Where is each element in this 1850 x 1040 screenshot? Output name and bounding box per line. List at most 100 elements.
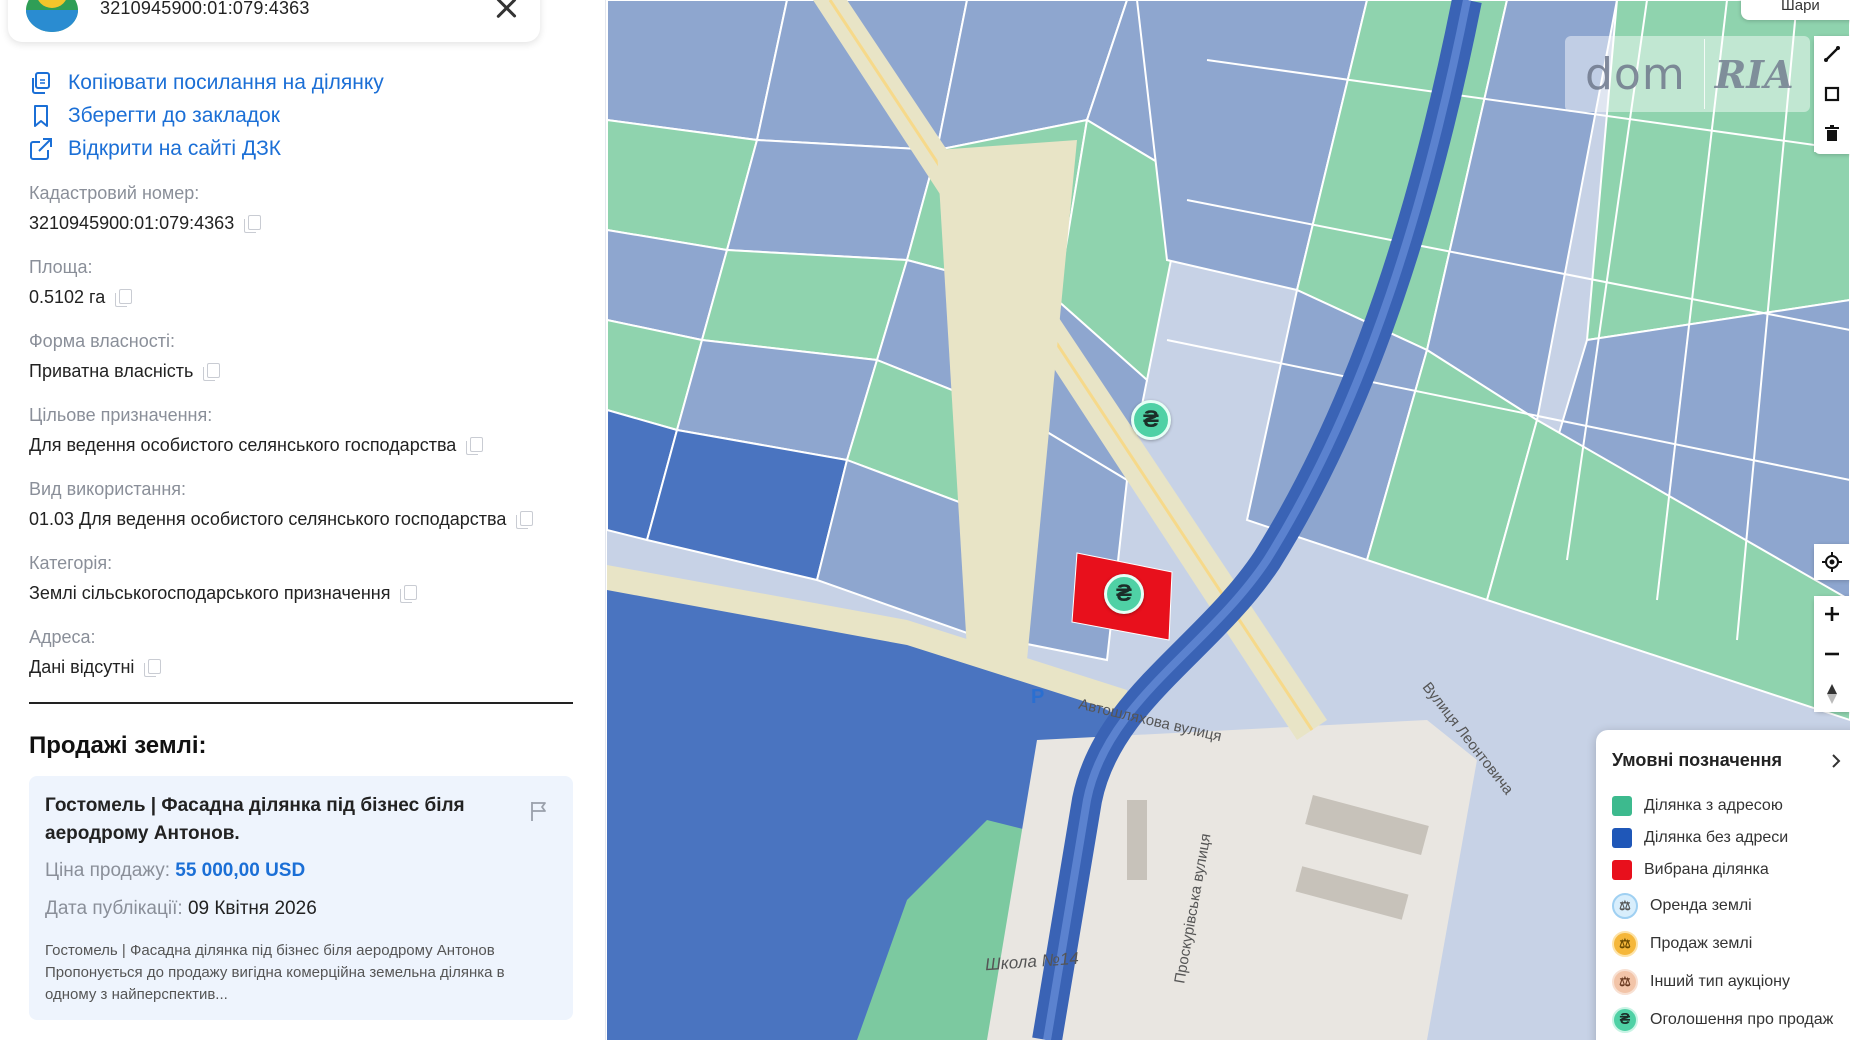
copy-icon[interactable]: [516, 510, 534, 529]
area-row: 0.5102 га: [29, 287, 133, 308]
ownership-value: Приватна власність: [29, 361, 194, 381]
legend-item-with-address: Ділянка з адресою: [1612, 796, 1783, 816]
sale-price-label: Ціна продажу:: [45, 860, 170, 881]
sale-price-value: 55 000,00 USD: [175, 860, 306, 881]
domria-watermark: dom RIA: [1565, 36, 1810, 112]
legend-label: Інший тип аукціону: [1650, 973, 1790, 990]
chevron-right-icon: [1832, 753, 1841, 768]
watermark-dom: dom: [1585, 48, 1686, 100]
area-label: Площа:: [29, 257, 93, 277]
geolocate-button[interactable]: [1814, 544, 1850, 580]
sale-price-row: Ціна продажу: 55 000,00 USD: [45, 860, 305, 882]
legend-swatch: [1612, 796, 1632, 816]
auction-sale-icon: ⚖: [1612, 931, 1638, 957]
area-value: 0.5102 га: [29, 287, 106, 307]
crosshair-icon: [1822, 552, 1842, 572]
compass-icon: [1827, 684, 1837, 704]
drawing-tools: [1814, 36, 1850, 154]
sale-date-label: Дата публікації:: [45, 898, 183, 919]
sales-section-title: Продажі землі:: [29, 732, 207, 759]
line-icon: [1824, 46, 1840, 62]
section-divider: [29, 702, 573, 704]
usage-label: Вид використання:: [29, 479, 187, 499]
ownership-row: Приватна власність: [29, 361, 221, 382]
legend-label: Ділянка з адресою: [1644, 797, 1783, 814]
open-dzk-link[interactable]: Відкрити на сайті ДЗК: [28, 136, 281, 162]
app-root: 3210945900:01:079:4363 Копіювати посилан…: [0, 0, 1850, 1040]
layers-button-label: Шари: [1781, 0, 1820, 14]
trash-icon: [1825, 125, 1839, 141]
legend-title: Умовні позначення: [1612, 750, 1783, 770]
sale-description: Гостомель | Фасадна ділянка під бізнес б…: [45, 942, 505, 1003]
copy-icon[interactable]: [400, 584, 418, 603]
auction-rent-icon: ⚖: [1612, 893, 1638, 919]
copy-icon[interactable]: [466, 436, 484, 455]
legend-swatch: [1612, 860, 1632, 880]
draw-line-tool[interactable]: [1814, 36, 1850, 72]
cadastral-map[interactable]: dom RIA Шари Автошляхова вулиця Вулиця Л…: [607, 0, 1850, 1040]
polygon-icon: [1824, 86, 1840, 102]
zoom-out-button[interactable]: [1814, 636, 1850, 672]
cadastral-number-value: 3210945900:01:079:4363: [29, 213, 235, 233]
purpose-value: Для ведення особистого селянського госпо…: [29, 435, 457, 455]
legend-label: Оголошення про продаж: [1650, 1011, 1834, 1028]
purpose-row: Для ведення особистого селянського госпо…: [29, 435, 484, 456]
cadastral-number-label: Кадастровий номер:: [29, 183, 200, 203]
delete-tool[interactable]: [1814, 116, 1850, 152]
legend-label: Вибрана ділянка: [1644, 861, 1769, 878]
save-bookmark-button[interactable]: Зберегти до закладок: [28, 103, 280, 129]
copy-link-button[interactable]: Копіювати посилання на ділянку: [28, 70, 384, 96]
legend-label: Оренда землі: [1650, 897, 1752, 914]
legend-item-no-address: Ділянка без адреси: [1612, 828, 1788, 848]
geolocate-control: [1814, 544, 1850, 580]
layers-button[interactable]: Шари: [1741, 0, 1850, 20]
legend-label: Ділянка без адреси: [1644, 829, 1789, 846]
minus-icon: [1825, 652, 1839, 656]
address-row: Дані відсутні: [29, 657, 162, 678]
legend-item-sale: ⚖ Продаж землі: [1612, 931, 1752, 957]
ownership-label: Форма власності:: [29, 331, 175, 351]
map-legend: Умовні позначення Ділянка з адресою Діля…: [1596, 730, 1850, 1040]
zoom-controls: [1814, 596, 1850, 712]
usage-row: 01.03 Для ведення особистого селянського…: [29, 509, 534, 530]
plus-icon: [1825, 607, 1839, 621]
parcel-info-panel: 3210945900:01:079:4363 Копіювати посилан…: [0, 0, 606, 1040]
address-value: Дані відсутні: [29, 657, 135, 677]
auction-other-icon: ⚖: [1612, 969, 1638, 995]
ukraine-emblem-logo: [26, 0, 78, 32]
cadastral-number-row: 3210945900:01:079:4363: [29, 213, 262, 234]
draw-polygon-tool[interactable]: [1814, 76, 1850, 112]
sale-marker-icon[interactable]: ₴: [1131, 400, 1171, 440]
legend-toggle[interactable]: Умовні позначення: [1612, 750, 1842, 771]
legend-item-sale-listing: ₴ Оголошення про продаж: [1612, 1007, 1833, 1033]
address-label: Адреса:: [29, 627, 96, 647]
legend-label: Продаж землі: [1650, 935, 1753, 952]
category-value: Землі сільськогосподарського призначення: [29, 583, 391, 603]
copy-link-icon: [32, 72, 50, 94]
legend-item-selected: Вибрана ділянка: [1612, 860, 1769, 880]
close-icon[interactable]: [492, 0, 520, 22]
category-label: Категорія:: [29, 553, 113, 573]
copy-icon[interactable]: [115, 288, 133, 307]
compass-button[interactable]: [1814, 676, 1850, 712]
copy-link-label: Копіювати посилання на ділянку: [68, 71, 384, 94]
purpose-label: Цільове призначення:: [29, 405, 213, 425]
bookmark-icon: [34, 105, 48, 127]
flag-icon[interactable]: [529, 800, 549, 822]
parcel-header-card: 3210945900:01:079:4363: [8, 0, 540, 42]
sale-listing-card[interactable]: Гостомель | Фасадна ділянка під бізнес б…: [29, 776, 573, 1020]
sale-date-value: 09 Квітня 2026: [187, 898, 317, 919]
zoom-in-button[interactable]: [1814, 596, 1850, 632]
copy-icon[interactable]: [244, 214, 262, 233]
parking-icon: P: [1031, 686, 1045, 708]
sale-listing-title[interactable]: Гостомель | Фасадна ділянка під бізнес б…: [45, 792, 475, 848]
copy-icon[interactable]: [144, 658, 162, 677]
legend-item-rent: ⚖ Оренда землі: [1612, 893, 1752, 919]
parcel-header-title: 3210945900:01:079:4363: [100, 0, 310, 18]
copy-icon[interactable]: [203, 362, 221, 381]
save-bookmark-label: Зберегти до закладок: [68, 104, 280, 127]
sale-listing-icon: ₴: [1612, 1007, 1638, 1033]
legend-swatch: [1612, 828, 1632, 848]
usage-value: 01.03 Для ведення особистого селянського…: [29, 509, 507, 529]
sale-marker-icon[interactable]: ₴: [1104, 574, 1144, 614]
